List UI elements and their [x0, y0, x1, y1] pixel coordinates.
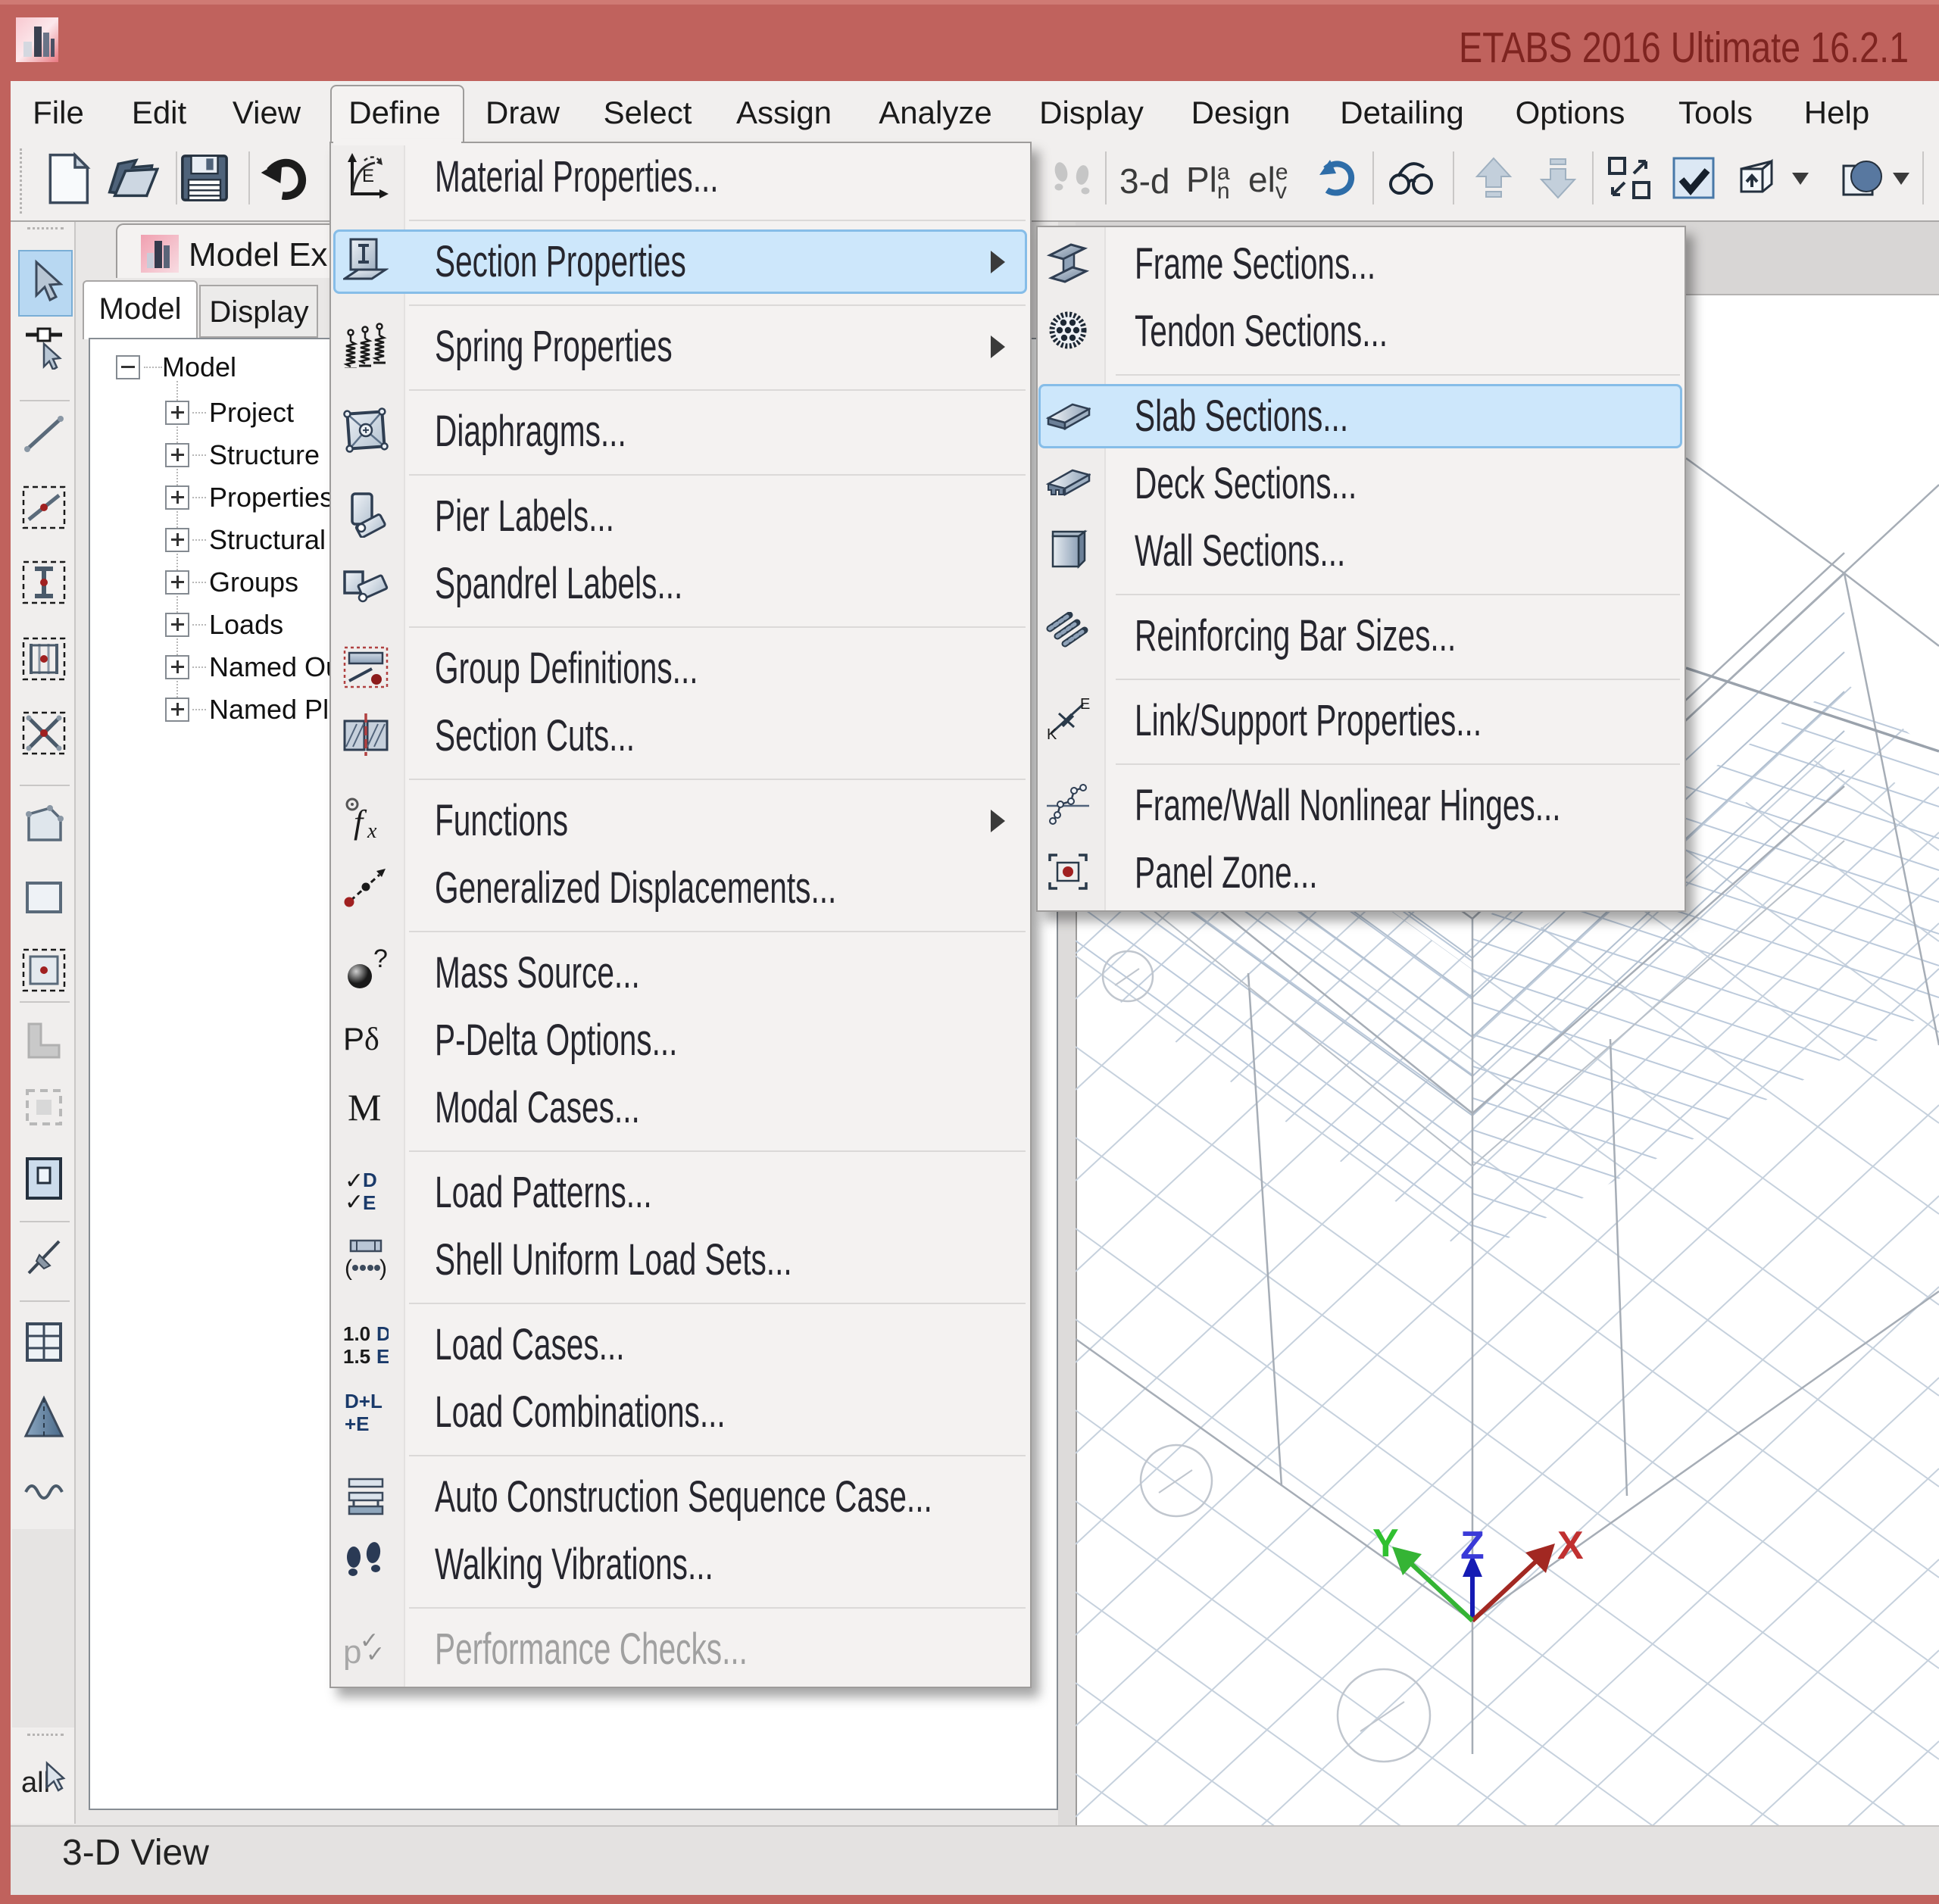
svg-text:D: D — [376, 1322, 389, 1345]
svg-text:D+L: D+L — [345, 1390, 382, 1412]
svg-text:E: E — [363, 1191, 376, 1214]
svg-text:P: P — [343, 1021, 364, 1057]
svg-text:(: ( — [345, 1256, 352, 1281]
svg-text:X: X — [1557, 1524, 1584, 1568]
svg-text:Z: Z — [1460, 1524, 1485, 1568]
svg-text:+E: +E — [345, 1412, 370, 1434]
svg-text:M: M — [348, 1086, 381, 1128]
svg-text:1.5: 1.5 — [343, 1345, 370, 1366]
svg-text:all: all — [21, 1767, 50, 1799]
svg-text:δ: δ — [364, 1022, 379, 1057]
svg-text:D: D — [363, 1169, 377, 1191]
svg-text:K: K — [1047, 726, 1057, 742]
svg-text:x: x — [367, 819, 377, 842]
svg-text:?: ? — [373, 949, 388, 973]
svg-text:✓: ✓ — [366, 1642, 385, 1667]
svg-text:1.0: 1.0 — [343, 1322, 370, 1345]
svg-text:): ) — [379, 1256, 387, 1281]
svg-text:E: E — [1080, 697, 1090, 713]
svg-text:Y: Y — [1372, 1522, 1399, 1565]
svg-text:E: E — [362, 166, 374, 186]
svg-text:p: p — [343, 1634, 361, 1671]
svg-text:E: E — [376, 1345, 389, 1366]
svg-text:✓: ✓ — [345, 1190, 364, 1214]
